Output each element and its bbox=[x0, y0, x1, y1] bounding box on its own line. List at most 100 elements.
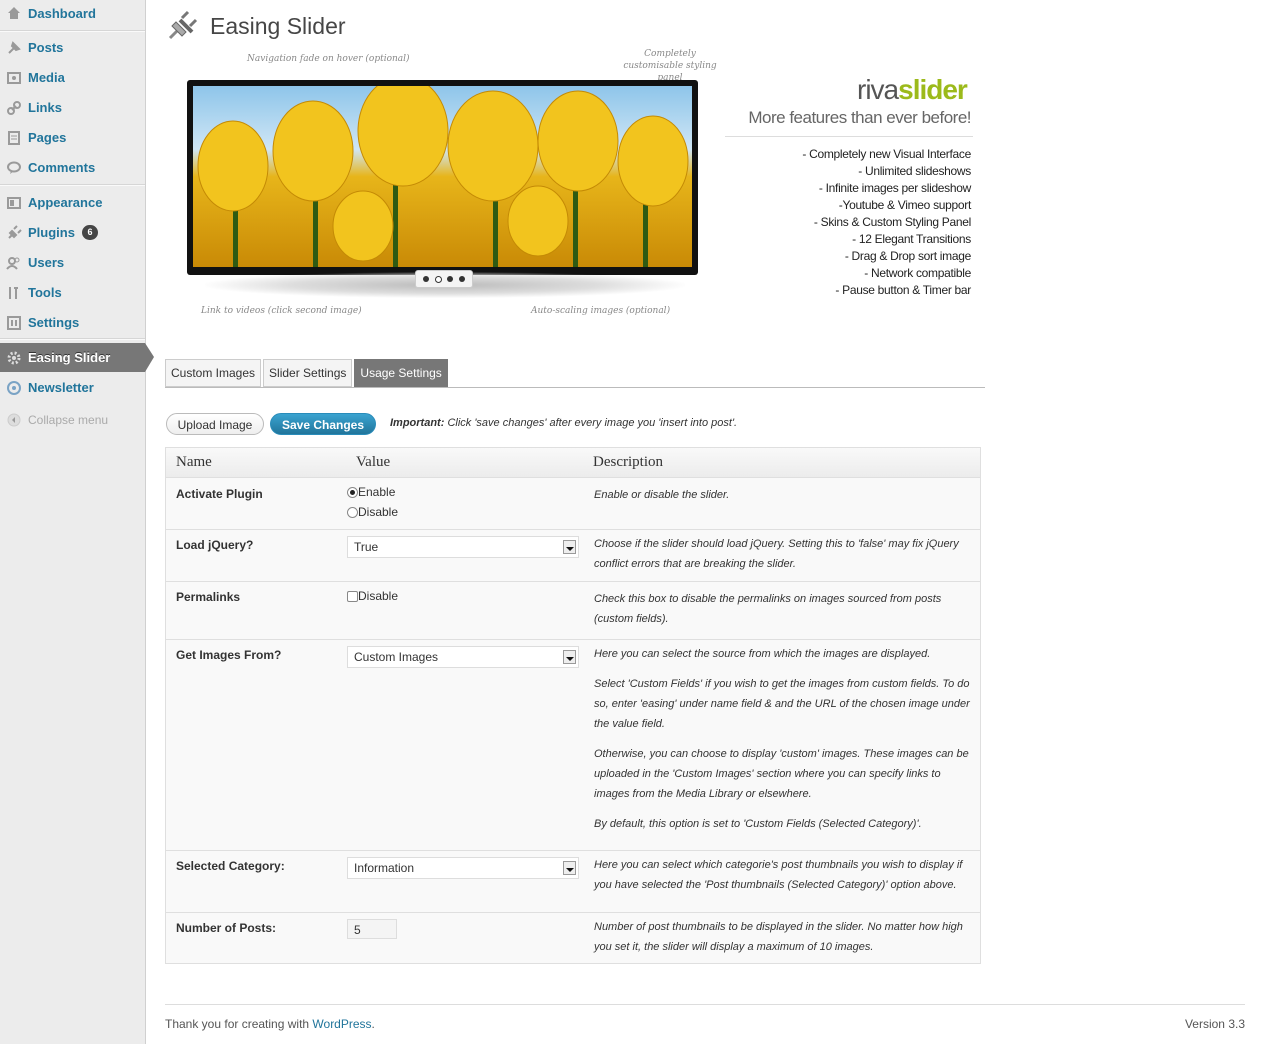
footer-thanks: Thank you for creating with WordPress. bbox=[165, 1017, 375, 1031]
enable-radio[interactable]: Enable bbox=[347, 485, 395, 499]
important-notice: Important: Click 'save changes' after ev… bbox=[390, 417, 738, 429]
number-of-posts-input[interactable]: 5 bbox=[347, 919, 397, 939]
setting-description: Enable or disable the slider. bbox=[594, 489, 730, 501]
wordpress-link[interactable]: WordPress bbox=[312, 1017, 371, 1031]
load-jquery-select[interactable]: True bbox=[347, 536, 579, 558]
sidebar-item-media[interactable]: Media bbox=[0, 63, 145, 92]
collapse-menu-button[interactable]: Collapse menu bbox=[0, 405, 145, 434]
pagination-dot[interactable] bbox=[422, 276, 429, 282]
setting-name: Number of Posts: bbox=[176, 921, 277, 935]
tabs-divider bbox=[165, 387, 985, 388]
annotation-videos: Link to videos (click second image) bbox=[201, 306, 362, 316]
feature-item: - Completely new Visual Interface bbox=[802, 147, 971, 161]
sidebar-item-label: Posts bbox=[28, 40, 64, 55]
footer-version: Version 3.3 bbox=[1184, 1017, 1245, 1031]
table-row-activate-plugin: Activate Plugin Enable Disable Enable or… bbox=[166, 478, 980, 530]
sidebar-item-label: Pages bbox=[28, 130, 67, 145]
sidebar-item-label: Newsletter bbox=[28, 380, 94, 395]
save-changes-button[interactable]: Save Changes bbox=[270, 413, 376, 435]
sidebar-item-label: Links bbox=[28, 100, 62, 115]
sidebar-item-tools[interactable]: Tools bbox=[0, 278, 145, 307]
sidebar-item-label: Users bbox=[28, 255, 65, 270]
newsletter-icon bbox=[6, 380, 22, 396]
table-row-load-jquery: Load jQuery? True Choose if the slider s… bbox=[166, 530, 980, 582]
feature-item: -Youtube & Vimeo support bbox=[838, 198, 972, 212]
pagination-dot[interactable] bbox=[434, 275, 442, 283]
setting-description: Here you can select the source from whic… bbox=[594, 648, 931, 660]
table-row-selected-category: Selected Category: Information Here you … bbox=[166, 851, 980, 913]
tab-usage-settings[interactable]: Usage Settings bbox=[354, 359, 448, 387]
sidebar-item-plugins[interactable]: Plugins 6 bbox=[0, 218, 145, 247]
sidebar-item-dashboard[interactable]: Dashboard bbox=[0, 0, 145, 26]
sidebar-item-label: Media bbox=[28, 70, 65, 85]
pagination-dot[interactable] bbox=[447, 276, 454, 282]
column-header-value: Value bbox=[356, 454, 391, 470]
footer-divider bbox=[165, 1004, 1245, 1005]
page-title: Easing Slider bbox=[210, 13, 346, 39]
sidebar-item-links[interactable]: Links bbox=[0, 93, 145, 122]
sidebar-item-pages[interactable]: Pages bbox=[0, 123, 145, 152]
chevron-down-icon[interactable] bbox=[563, 650, 576, 664]
setting-description: By default, this option is set to 'Custo… bbox=[594, 818, 922, 830]
feature-item: - Skins & Custom Styling Panel bbox=[813, 215, 971, 229]
sidebar-item-comments[interactable]: Comments bbox=[0, 153, 145, 182]
sidebar-item-label: Tools bbox=[28, 285, 62, 300]
page-header: Easing Slider bbox=[166, 8, 346, 45]
disable-radio[interactable]: Disable bbox=[347, 505, 398, 519]
rivaslider-logo: rivaslider bbox=[857, 74, 968, 105]
slider-preview-frame bbox=[187, 80, 698, 275]
plug-icon bbox=[166, 8, 200, 45]
column-header-description: Description bbox=[593, 454, 663, 470]
sidebar-item-label: Dashboard bbox=[28, 5, 96, 21]
sidebar-item-label: Easing Slider bbox=[28, 350, 111, 365]
annotation-styling: Completely customisable styling panel bbox=[623, 49, 717, 83]
link-icon bbox=[6, 100, 22, 116]
sidebar-item-newsletter[interactable]: Newsletter bbox=[0, 373, 145, 402]
radio-button[interactable] bbox=[347, 507, 358, 518]
permalinks-disable-checkbox[interactable]: Disable bbox=[347, 589, 398, 603]
feature-item: - Unlimited slideshows bbox=[858, 164, 971, 178]
sidebar-item-settings[interactable]: Settings bbox=[0, 308, 145, 337]
images-source-select[interactable]: Custom Images bbox=[347, 646, 579, 668]
slider-pagination[interactable] bbox=[415, 270, 473, 288]
feature-item: - Drag & Drop sort image bbox=[844, 249, 971, 263]
tab-slider-settings[interactable]: Slider Settings bbox=[263, 359, 353, 387]
category-select[interactable]: Information bbox=[347, 857, 579, 879]
plug-icon bbox=[6, 224, 22, 241]
upload-image-button[interactable]: Upload Image bbox=[166, 413, 264, 435]
pagination-dot[interactable] bbox=[459, 276, 466, 282]
chevron-down-icon[interactable] bbox=[563, 540, 576, 554]
chevron-down-icon[interactable] bbox=[563, 861, 576, 875]
checkbox[interactable] bbox=[347, 591, 358, 602]
setting-description: Otherwise, you can choose to display 'cu… bbox=[594, 748, 969, 800]
usage-settings-table: Name Value Description Activate Plugin E… bbox=[165, 447, 981, 964]
radio-button[interactable] bbox=[347, 487, 358, 498]
sidebar-item-label: Settings bbox=[28, 315, 80, 330]
tools-icon bbox=[6, 285, 22, 301]
sidebar-item-label: Appearance bbox=[28, 195, 103, 210]
sidebar-item-posts[interactable]: Posts bbox=[0, 33, 145, 62]
comment-icon bbox=[6, 160, 22, 176]
table-row-permalinks: Permalinks Disable Check this box to dis… bbox=[166, 582, 980, 640]
tab-custom-images[interactable]: Custom Images bbox=[165, 359, 262, 387]
sidebar-item-label: Plugins bbox=[28, 225, 75, 240]
promo-banner[interactable]: Navigation fade on hover (optional) Comp… bbox=[185, 44, 985, 334]
setting-description: Number of post thumbnails to be displaye… bbox=[594, 921, 963, 953]
sidebar-item-appearance[interactable]: Appearance bbox=[0, 188, 145, 217]
feature-item: - Pause button & Timer bar bbox=[835, 283, 971, 297]
collapse-arrow-icon bbox=[6, 412, 22, 428]
admin-sidebar: Dashboard Posts Media Links Pages Commen… bbox=[0, 0, 154, 1044]
feature-item: - Infinite images per slideshow bbox=[818, 181, 971, 195]
setting-name: Load jQuery? bbox=[176, 538, 254, 552]
setting-description: Select 'Custom Fields' if you wish to ge… bbox=[594, 678, 970, 730]
banner-divider bbox=[725, 136, 973, 137]
setting-name: Permalinks bbox=[176, 590, 241, 604]
sidebar-item-users[interactable]: Users bbox=[0, 248, 145, 277]
page-icon bbox=[6, 130, 22, 146]
banner-tagline: More features than ever before! bbox=[748, 108, 971, 127]
sidebar-item-easing-slider[interactable]: Easing Slider bbox=[0, 343, 154, 372]
gear-icon bbox=[6, 350, 22, 366]
settings-icon bbox=[6, 315, 22, 331]
setting-name: Selected Category: bbox=[176, 859, 285, 873]
feature-list: - Completely new Visual Interface - Unli… bbox=[802, 146, 971, 299]
